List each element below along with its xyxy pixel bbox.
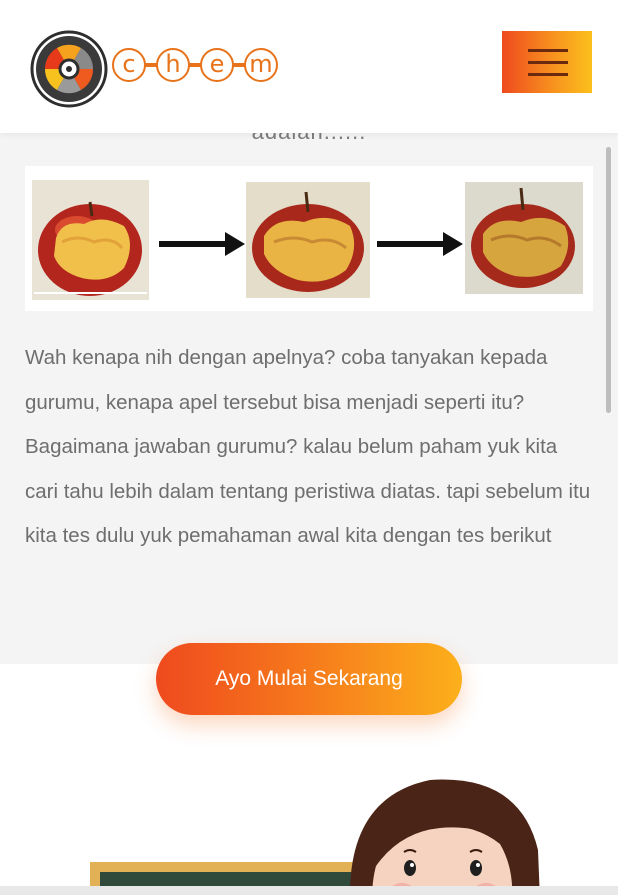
brand-letter: m bbox=[244, 48, 278, 82]
arrow-right-icon bbox=[159, 232, 245, 256]
brand-letter: h bbox=[156, 48, 190, 82]
chem-logo-icon[interactable] bbox=[30, 30, 108, 108]
menu-button[interactable] bbox=[502, 31, 592, 93]
intro-paragraph: Wah kenapa nih dengan apelnya? coba tany… bbox=[25, 346, 591, 548]
apple-image-2 bbox=[246, 182, 370, 298]
apple-image-3 bbox=[465, 182, 583, 294]
site-header: c h e m bbox=[0, 0, 618, 133]
scrollbar[interactable] bbox=[606, 147, 611, 413]
arrow-right-icon bbox=[377, 232, 463, 256]
start-now-button[interactable]: Ayo Mulai Sekarang bbox=[156, 643, 462, 715]
apple-image-1 bbox=[32, 180, 149, 300]
apple-sequence-image bbox=[25, 166, 593, 311]
brand-letter: c bbox=[112, 48, 146, 82]
teacher-illustration bbox=[0, 740, 618, 895]
content-section: adalah...... bbox=[0, 119, 618, 664]
bottom-scroll-track bbox=[0, 886, 618, 895]
brand-letter: e bbox=[200, 48, 234, 82]
